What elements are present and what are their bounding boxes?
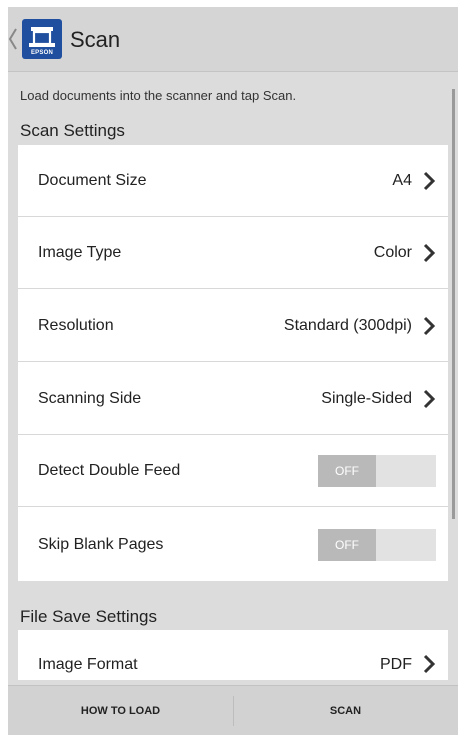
setting-value: Single-Sided [321, 390, 412, 407]
setting-label: Resolution [38, 317, 114, 334]
setting-value: Standard (300dpi) [283, 317, 412, 334]
setting-label: Image Type [38, 244, 122, 261]
scan-screen: EPSON Scan Load documents into the scann… [8, 7, 458, 735]
logo-text: EPSON [30, 50, 53, 56]
toggle-state: OFF [318, 455, 376, 487]
setting-label: Detect Double Feed [38, 462, 181, 479]
setting-scanning-side[interactable]: Scanning Side Single-Sided [18, 363, 448, 435]
instruction-text: Load documents into the scanner and tap … [20, 88, 297, 103]
setting-image-type[interactable]: Image Type Color [18, 217, 448, 289]
setting-label: Document Size [38, 172, 147, 189]
toggle-state: OFF [318, 529, 376, 561]
setting-resolution[interactable]: Resolution Standard (300dpi) [18, 290, 448, 362]
setting-skip-blank-pages: Skip Blank Pages OFF [18, 509, 448, 581]
chevron-right-icon [423, 243, 436, 263]
skip-blank-pages-toggle[interactable]: OFF [318, 529, 436, 561]
bottom-action-bar: HOW TO LOAD SCAN [8, 685, 458, 735]
setting-image-format[interactable]: Image Format PDF [18, 630, 448, 680]
setting-label: Skip Blank Pages [38, 536, 164, 553]
scan-settings-title: Scan Settings [20, 121, 125, 140]
setting-label: Scanning Side [38, 390, 142, 407]
setting-value: A4 [392, 172, 412, 189]
how-to-load-button[interactable]: HOW TO LOAD [8, 686, 233, 735]
chevron-right-icon [423, 389, 436, 409]
file-save-settings-title: File Save Settings [20, 607, 158, 626]
chevron-right-icon [423, 316, 436, 336]
setting-document-size[interactable]: Document Size A4 [18, 145, 448, 217]
chevron-right-icon [423, 171, 436, 191]
setting-label: Image Format [38, 656, 138, 673]
page-title: Scan [70, 27, 121, 52]
setting-value: Color [373, 244, 412, 261]
setting-detect-double-feed: Detect Double Feed OFF [18, 435, 448, 507]
setting-value: PDF [380, 656, 412, 673]
scrollbar[interactable] [452, 89, 455, 519]
scan-button[interactable]: SCAN [233, 686, 458, 735]
chevron-right-icon [423, 654, 436, 674]
detect-double-feed-toggle[interactable]: OFF [318, 455, 436, 487]
chevron-left-icon[interactable] [8, 27, 18, 51]
app-bar: EPSON Scan [8, 7, 458, 72]
scan-settings-list: Document Size A4 Image Type Color Resolu… [18, 145, 448, 581]
scanner-app-icon[interactable]: EPSON [22, 19, 62, 59]
